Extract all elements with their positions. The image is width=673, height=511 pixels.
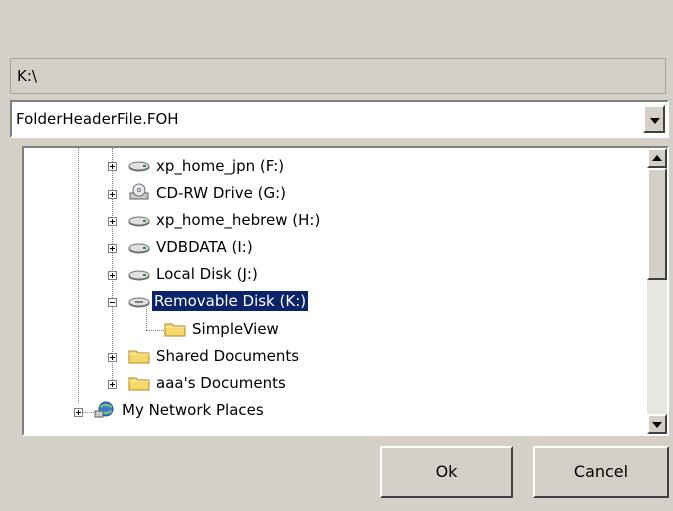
scrollbar-thumb[interactable]	[647, 168, 667, 280]
vertical-scrollbar[interactable]	[647, 148, 667, 434]
cancel-button[interactable]: Cancel	[533, 446, 669, 498]
expand-button[interactable]	[108, 380, 117, 389]
tree-item-label[interactable]: SimpleView	[190, 319, 281, 339]
expand-button[interactable]	[108, 190, 117, 199]
collapse-button[interactable]	[108, 298, 117, 307]
scroll-up-button[interactable]	[647, 148, 667, 168]
tree-item-label[interactable]: My Network Places	[120, 400, 266, 420]
folder-icon	[128, 350, 150, 364]
file-combo-value: FolderHeaderFile.FOH	[16, 110, 179, 128]
network-places-icon	[94, 401, 114, 418]
tree-item-label[interactable]: xp_home_jpn (F:)	[154, 156, 286, 176]
tree-line	[146, 330, 164, 331]
tree-line	[78, 148, 79, 403]
scroll-down-icon	[652, 422, 662, 428]
tree-item-label[interactable]: Local Disk (J:)	[154, 264, 260, 284]
current-path-text: K:\	[17, 67, 37, 85]
current-path-bar: K:\	[10, 58, 666, 94]
scroll-up-icon	[652, 155, 662, 161]
tree-item-label[interactable]: xp_home_hebrew (H:)	[154, 210, 322, 230]
ok-button[interactable]: Ok	[380, 446, 513, 498]
expand-button[interactable]	[108, 353, 117, 362]
expand-button[interactable]	[108, 217, 117, 226]
expand-button[interactable]	[108, 162, 117, 171]
drive-icon	[128, 243, 150, 254]
drive-icon	[128, 161, 150, 172]
combo-dropdown-button[interactable]	[643, 105, 665, 133]
drive-icon	[128, 270, 150, 281]
tree-item-label[interactable]: CD-RW Drive (G:)	[154, 183, 288, 203]
tree-item-label[interactable]: aaa's Documents	[154, 373, 288, 393]
chevron-down-icon	[650, 118, 660, 124]
expand-button[interactable]	[108, 271, 117, 280]
folder-icon	[164, 323, 186, 337]
tree-item-label[interactable]: VDBDATA (I:)	[154, 237, 255, 257]
tree-item-label[interactable]: Shared Documents	[154, 346, 301, 366]
removable-drive-icon	[128, 297, 150, 308]
tree-line	[112, 148, 113, 380]
scroll-down-button[interactable]	[647, 414, 667, 434]
tree-item-label-selected[interactable]: Removable Disk (K:)	[150, 290, 310, 312]
drive-icon	[128, 216, 150, 227]
file-combo-box[interactable]: FolderHeaderFile.FOH	[10, 100, 669, 138]
expand-button[interactable]	[74, 408, 83, 417]
folder-tree[interactable]: xp_home_jpn (F:) CD-RW Drive (G:) xp_hom…	[22, 146, 669, 436]
expand-button[interactable]	[108, 244, 117, 253]
cd-drive-icon	[129, 183, 149, 200]
folder-icon	[128, 377, 150, 391]
